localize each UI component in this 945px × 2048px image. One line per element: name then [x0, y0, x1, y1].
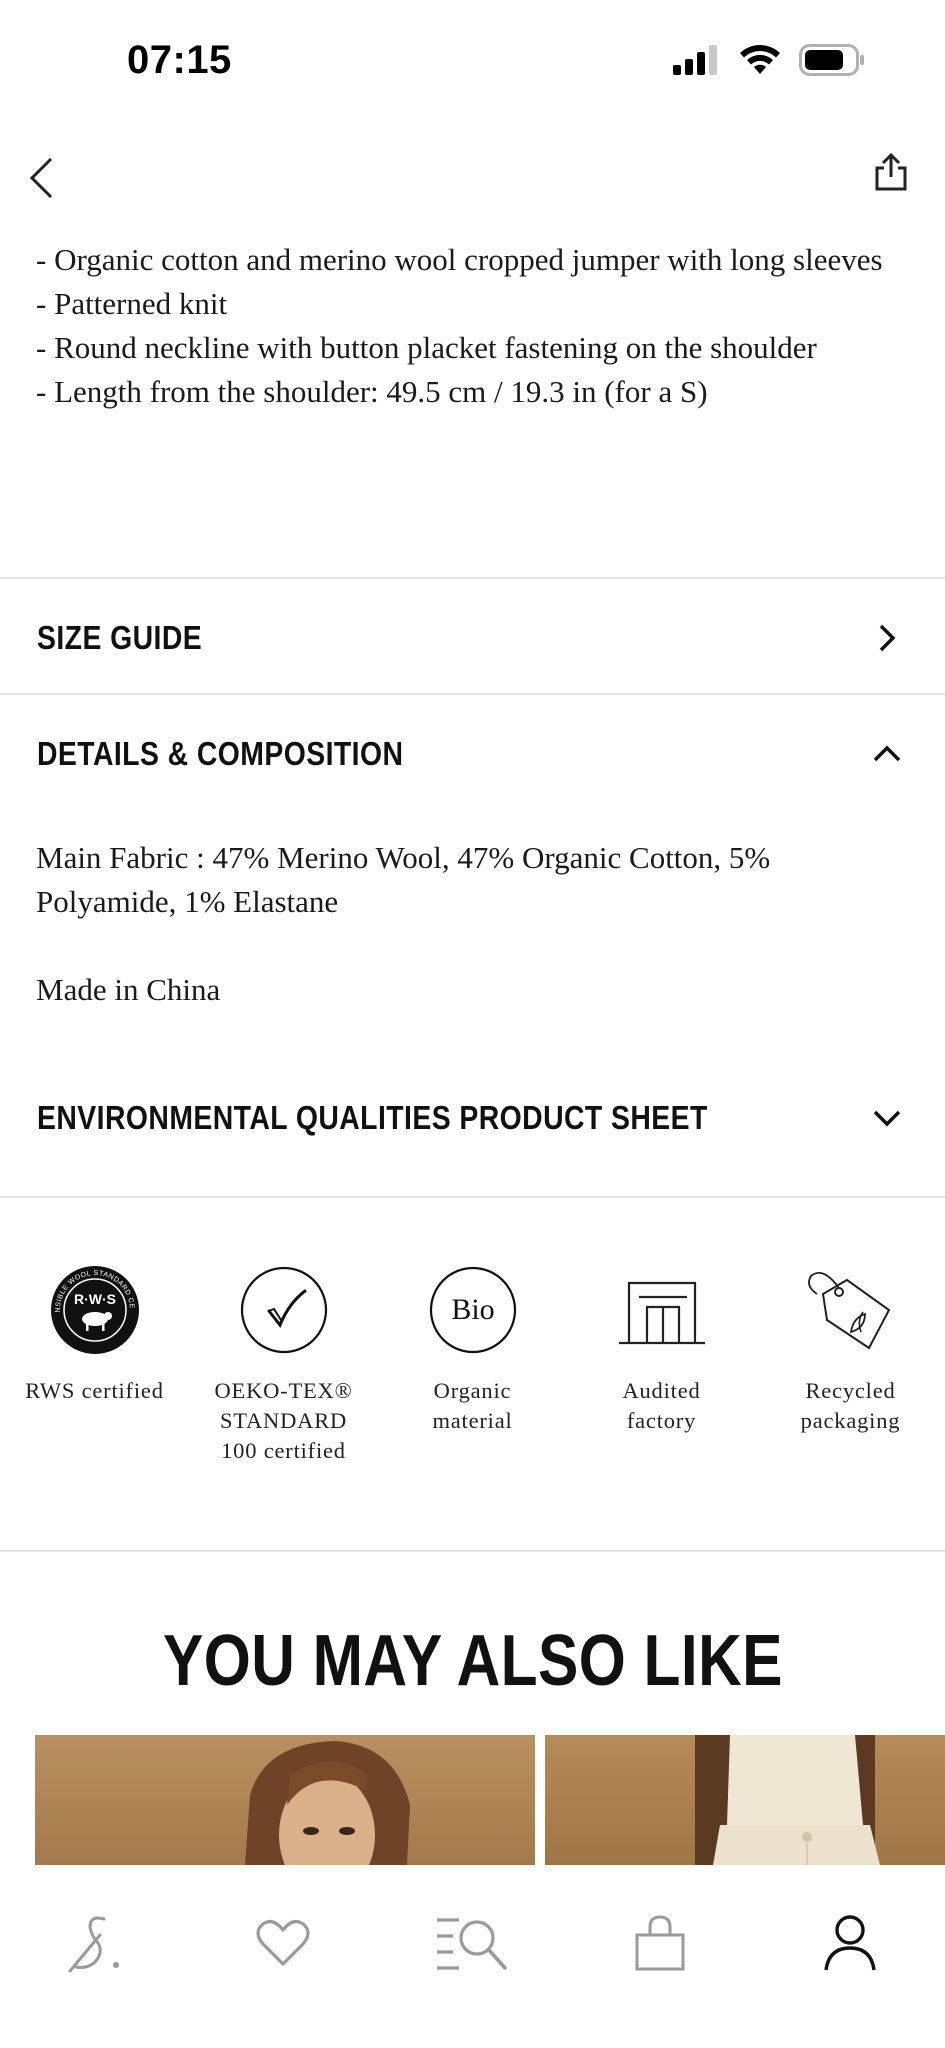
chevron-left-icon: [27, 156, 57, 204]
bio-circle-icon: Bio: [425, 1262, 521, 1358]
battery-icon: [799, 44, 865, 80]
rws-badge-icon: R·W·S RESPONSIBLE WOOL STANDARD CERTIFIE…: [47, 1262, 143, 1358]
product-image: [245, 1741, 410, 1865]
tab-home[interactable]: [55, 1905, 135, 1985]
composition-content: Main Fabric : 47% Merino Wool, 47% Organ…: [36, 836, 916, 1012]
badge-organic: Bio Organic material: [378, 1262, 567, 1466]
chevron-right-icon: [869, 620, 905, 656]
made-in-text: Made in China: [36, 972, 221, 1007]
details-composition-title: DETAILS & COMPOSITION: [37, 735, 404, 772]
description-line: - Length from the shoulder: 49.5 cm / 19…: [36, 374, 708, 409]
badge-label: Recycled packaging: [800, 1378, 901, 1433]
nav-bar: [0, 130, 945, 240]
signal-icon: [673, 45, 721, 79]
product-image: [695, 1735, 880, 1865]
main-fabric-text: Main Fabric : 47% Merino Wool, 47% Organ…: [36, 840, 771, 919]
product-description: - Organic cotton and merino wool cropped…: [36, 238, 916, 414]
divider: [0, 1196, 945, 1198]
search-menu-icon: [435, 1914, 509, 1976]
badge-label: Audited factory: [622, 1378, 701, 1433]
chevron-down-icon: [869, 1100, 905, 1136]
environmental-row[interactable]: ENVIRONMENTAL QUALITIES PRODUCT SHEET: [0, 1068, 945, 1168]
tab-account[interactable]: [810, 1905, 890, 1985]
brand-logo-icon: [64, 1913, 126, 1977]
tab-bag[interactable]: [620, 1905, 700, 1985]
badge-rws: R·W·S RESPONSIBLE WOOL STANDARD CERTIFIE…: [0, 1262, 189, 1466]
product-card[interactable]: [545, 1735, 945, 1865]
status-bar: 07:15: [0, 0, 945, 130]
product-card[interactable]: [35, 1735, 535, 1865]
divider: [0, 693, 945, 695]
status-icons: [673, 44, 865, 80]
badge-oeko-tex: OEKO-TEX® STANDARD 100 certified: [189, 1262, 378, 1466]
certification-badges: R·W·S RESPONSIBLE WOOL STANDARD CERTIFIE…: [0, 1262, 945, 1466]
badge-label: RWS certified: [25, 1378, 164, 1403]
user-icon: [823, 1914, 877, 1976]
back-button[interactable]: [18, 150, 66, 210]
bottom-tab-bar: [0, 1865, 945, 2048]
divider: [0, 577, 945, 579]
tab-search[interactable]: [432, 1905, 512, 1985]
rws-emblem-text: R·W·S: [74, 1291, 116, 1307]
chevron-up-icon: [869, 736, 905, 772]
share-icon: [874, 152, 908, 196]
environmental-title: ENVIRONMENTAL QUALITIES PRODUCT SHEET: [37, 1099, 708, 1136]
checkmark-circle-icon: [236, 1262, 332, 1358]
badge-label: OEKO-TEX® STANDARD 100 certified: [214, 1378, 353, 1463]
shopping-bag-icon: [634, 1915, 686, 1975]
badge-recycled-packaging: Recycled packaging: [756, 1262, 945, 1466]
description-line: - Patterned knit: [36, 286, 228, 321]
status-time: 07:15: [127, 38, 232, 82]
wifi-icon: [739, 44, 781, 80]
bio-emblem-text: Bio: [451, 1293, 494, 1326]
tab-wishlist[interactable]: [243, 1905, 323, 1985]
badge-label: Organic material: [432, 1378, 513, 1433]
description-line: - Organic cotton and merino wool cropped…: [36, 242, 883, 277]
details-composition-row[interactable]: DETAILS & COMPOSITION: [0, 704, 945, 804]
badge-audited-factory: Audited factory: [567, 1262, 756, 1466]
divider: [0, 1550, 945, 1552]
size-guide-row[interactable]: SIZE GUIDE: [0, 588, 945, 688]
recycled-tag-icon: [803, 1262, 899, 1358]
factory-icon: [614, 1262, 710, 1358]
share-button[interactable]: [867, 144, 915, 204]
heart-icon: [255, 1918, 311, 1972]
size-guide-title: SIZE GUIDE: [37, 619, 203, 656]
description-line: - Round neckline with button placket fas…: [36, 330, 817, 365]
recommendations-title: YOU MAY ALSO LIKE: [162, 1621, 783, 1701]
